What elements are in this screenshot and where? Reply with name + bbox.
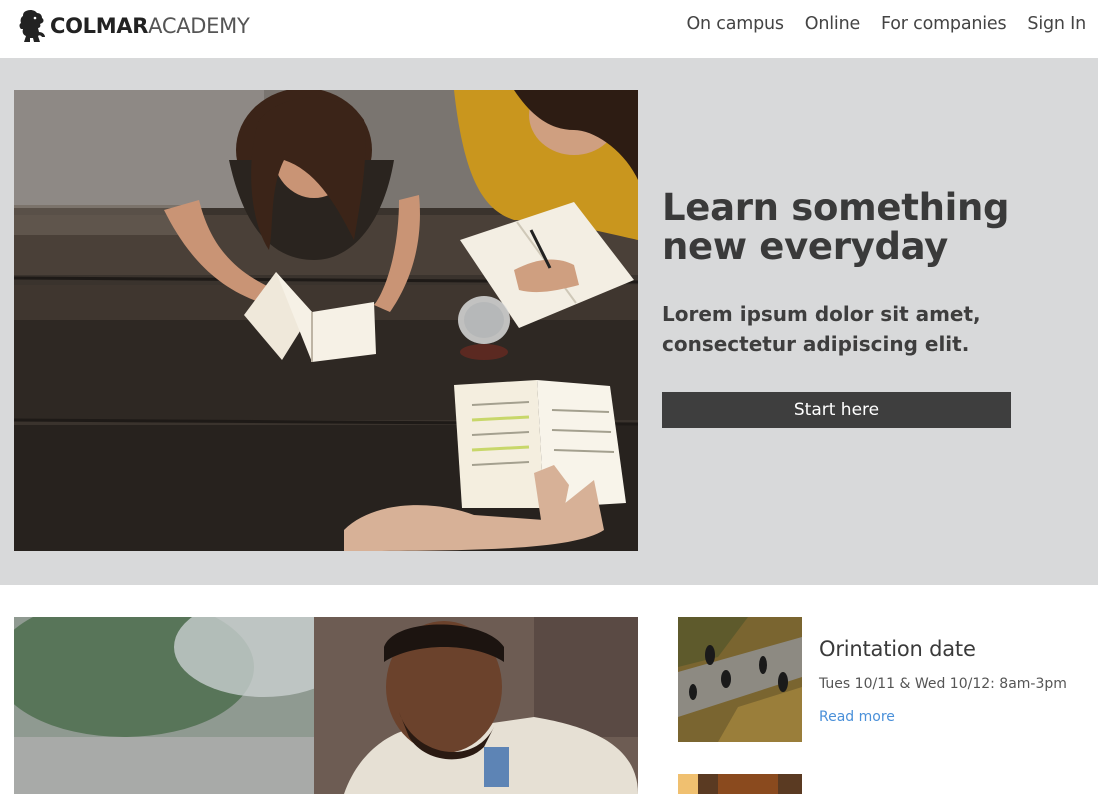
event-thumbnail [678,617,802,742]
hero-subtitle: Lorem ipsum dolor sit amet, consectetur … [662,302,981,356]
nav-online[interactable]: Online [805,14,860,34]
hero-section: Learn something new everyday Lorem ipsum… [0,58,1098,585]
logo[interactable]: COLMARACADEMY [18,6,250,46]
hero-image [14,90,638,551]
event-title: Orintation date [819,637,976,661]
read-more-link[interactable]: Read more [819,709,895,725]
event-card: Orintation date Tues 10/11 & Wed 10/12: … [678,617,1088,742]
hero-title: Learn something new everyday [662,186,1010,268]
nav-sign-in[interactable]: Sign In [1027,14,1086,34]
main-nav: On campus Online For companies Sign In [665,14,1086,34]
nav-on-campus[interactable]: On campus [686,14,784,34]
event-date: Tues 10/11 & Wed 10/12: 8am-3pm [819,676,1067,692]
logo-text-bold: COLMAR [50,14,149,38]
site-header: COLMARACADEMY On campus Online For compa… [0,0,1098,58]
logo-text-light: ACADEMY [148,14,250,38]
nav-for-companies[interactable]: For companies [881,14,1007,34]
lion-icon [19,9,45,43]
hero-text-block: Learn something new everyday Lorem ipsum… [662,188,1062,428]
event-thumbnail-2 [678,774,802,794]
start-here-button[interactable]: Start here [662,392,1011,428]
feature-image [14,617,638,794]
